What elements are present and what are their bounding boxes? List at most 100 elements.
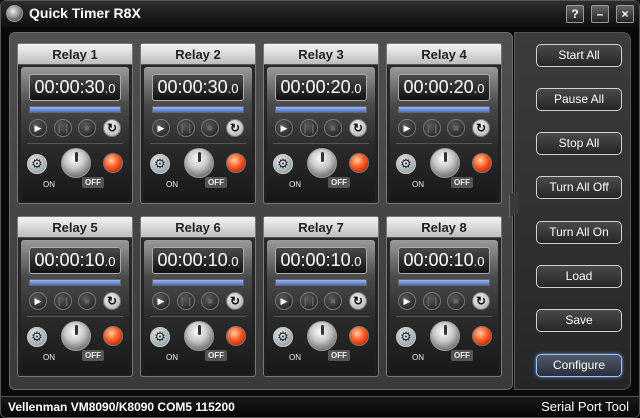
stop-icon[interactable]: ■ [201,292,219,310]
gear-icon[interactable]: ⚙ [396,154,416,174]
stop-icon[interactable]: ■ [78,292,96,310]
stop-icon[interactable]: ■ [201,119,219,137]
timer-tenths: .0 [350,81,362,96]
serial-port-tool-link[interactable]: Serial Port Tool [541,399,629,414]
play-icon[interactable]: ▶ [398,292,416,310]
timer-display[interactable]: 00:00:20.0 [398,74,490,101]
off-label: OFF [328,177,350,188]
reset-icon[interactable]: ↻ [103,119,121,137]
play-icon[interactable]: ▶ [29,292,47,310]
save-button[interactable]: Save [536,309,622,332]
play-icon[interactable]: ▶ [152,119,170,137]
configure-button[interactable]: Configure [536,354,622,377]
stop-icon[interactable]: ■ [324,119,342,137]
timer-main: 00:00:10 [280,250,351,270]
pause-icon[interactable]: ❙❙ [177,119,195,137]
gear-icon[interactable]: ⚙ [150,327,170,347]
timer-progress-bar [275,279,367,286]
divider [396,316,492,317]
pause-all-button[interactable]: Pause All [536,88,622,111]
gear-icon[interactable]: ⚙ [27,327,47,347]
timer-display[interactable]: 00:00:10.0 [152,247,244,274]
on-label: ON [43,180,55,189]
stop-icon[interactable]: ■ [324,292,342,310]
gear-icon[interactable]: ⚙ [396,327,416,347]
turn-all-off-button[interactable]: Turn All Off [536,176,622,199]
gear-icon[interactable]: ⚙ [27,154,47,174]
timer-display[interactable]: 00:00:20.0 [275,74,367,101]
relay-toggle-knob[interactable] [61,148,91,178]
minimize-button[interactable]: – [591,5,609,23]
timer-display[interactable]: 00:00:10.0 [398,247,490,274]
relay-status-led [349,326,369,346]
reset-icon[interactable]: ↻ [349,119,367,137]
relay-toggle-knob[interactable] [184,148,214,178]
pause-icon[interactable]: ❙❙ [423,292,441,310]
timer-progress-bar [152,279,244,286]
relay-toggle-knob[interactable] [184,321,214,351]
gear-icon[interactable]: ⚙ [273,154,293,174]
play-icon[interactable]: ▶ [29,119,47,137]
timer-progress-fill [30,107,120,112]
timer-display[interactable]: 00:00:30.0 [152,74,244,101]
relay-toggle-knob[interactable] [307,148,337,178]
timer-progress-fill [153,280,243,285]
on-label: ON [412,180,424,189]
off-label: OFF [451,177,473,188]
pause-icon[interactable]: ❙❙ [300,292,318,310]
relay-toggle-knob[interactable] [61,321,91,351]
play-icon[interactable]: ▶ [152,292,170,310]
play-icon[interactable]: ▶ [398,119,416,137]
timer-display[interactable]: 00:00:30.0 [29,74,121,101]
help-button[interactable]: ? [566,5,584,23]
gear-icon[interactable]: ⚙ [273,327,293,347]
stop-icon[interactable]: ■ [78,119,96,137]
reset-icon[interactable]: ↻ [226,292,244,310]
timer-tenths: .0 [104,81,116,96]
on-label: ON [166,353,178,362]
timer-progress-fill [399,107,489,112]
reset-icon[interactable]: ↻ [349,292,367,310]
play-icon[interactable]: ▶ [275,119,293,137]
reset-icon[interactable]: ↻ [472,292,490,310]
on-label: ON [289,180,301,189]
start-all-button[interactable]: Start All [536,44,622,67]
play-icon[interactable]: ▶ [275,292,293,310]
load-button[interactable]: Load [536,265,622,288]
relay-toggle-knob[interactable] [430,321,460,351]
gear-icon[interactable]: ⚙ [150,154,170,174]
timer-progress-bar [152,106,244,113]
timer-main: 00:00:10 [403,250,474,270]
relay-body: 00:00:20.0 ▶ ❙❙ ■ ↻ ⚙ ON OFF [267,67,375,201]
timer-main: 00:00:20 [280,77,351,97]
timer-display[interactable]: 00:00:10.0 [29,247,121,274]
reset-icon[interactable]: ↻ [103,292,121,310]
stop-icon[interactable]: ■ [447,292,465,310]
timer-progress-bar [275,106,367,113]
timer-main: 00:00:30 [34,77,105,97]
timer-display[interactable]: 00:00:10.0 [275,247,367,274]
app-icon [6,5,23,22]
turn-all-on-button[interactable]: Turn All On [536,221,622,244]
reset-icon[interactable]: ↻ [226,119,244,137]
pause-icon[interactable]: ❙❙ [54,292,72,310]
title-bar[interactable]: Quick Timer R8X ? – × [1,1,639,27]
pause-icon[interactable]: ❙❙ [300,119,318,137]
on-label: ON [166,180,178,189]
divider [273,143,369,144]
relay-body: 00:00:10.0 ▶ ❙❙ ■ ↻ ⚙ ON OFF [21,240,129,374]
pause-icon[interactable]: ❙❙ [54,119,72,137]
divider [396,143,492,144]
timer-progress-bar [29,106,121,113]
pause-icon[interactable]: ❙❙ [423,119,441,137]
relay-toggle-knob[interactable] [430,148,460,178]
divider [150,143,246,144]
pause-icon[interactable]: ❙❙ [177,292,195,310]
relay-toggle-knob[interactable] [307,321,337,351]
stop-all-button[interactable]: Stop All [536,132,622,155]
reset-icon[interactable]: ↻ [472,119,490,137]
app-window: Quick Timer R8X ? – × Relay 1 00:00:30.0… [0,0,640,418]
timer-tenths: .0 [104,254,116,269]
stop-icon[interactable]: ■ [447,119,465,137]
close-button[interactable]: × [616,5,634,23]
